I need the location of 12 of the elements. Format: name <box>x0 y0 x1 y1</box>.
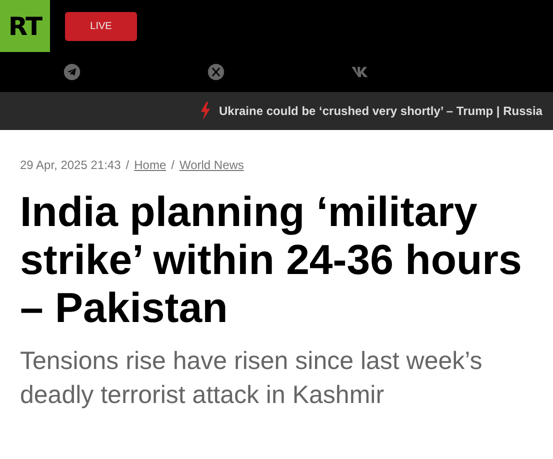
lightning-icon <box>200 101 211 121</box>
breadcrumb-separator: / <box>171 158 174 172</box>
summary: Tensions rise have risen since last week’s deadly terrorist attack in Kashmir <box>20 346 484 411</box>
publish-date: 29 Apr, 2025 21:43 <box>20 158 121 172</box>
breadcrumb-link[interactable]: Home <box>134 158 166 172</box>
x-icon[interactable] <box>207 63 226 81</box>
telegram-icon[interactable] <box>63 63 82 81</box>
live-button[interactable]: LIVE <box>65 12 137 40</box>
breadcrumb-separator: / <box>126 158 130 172</box>
rt-logo[interactable]: RT <box>0 0 50 52</box>
headline: India planning ‘military strike’ within 24-36 hours – Pakistan <box>20 188 523 332</box>
breadcrumb-link[interactable]: World News <box>179 158 244 172</box>
